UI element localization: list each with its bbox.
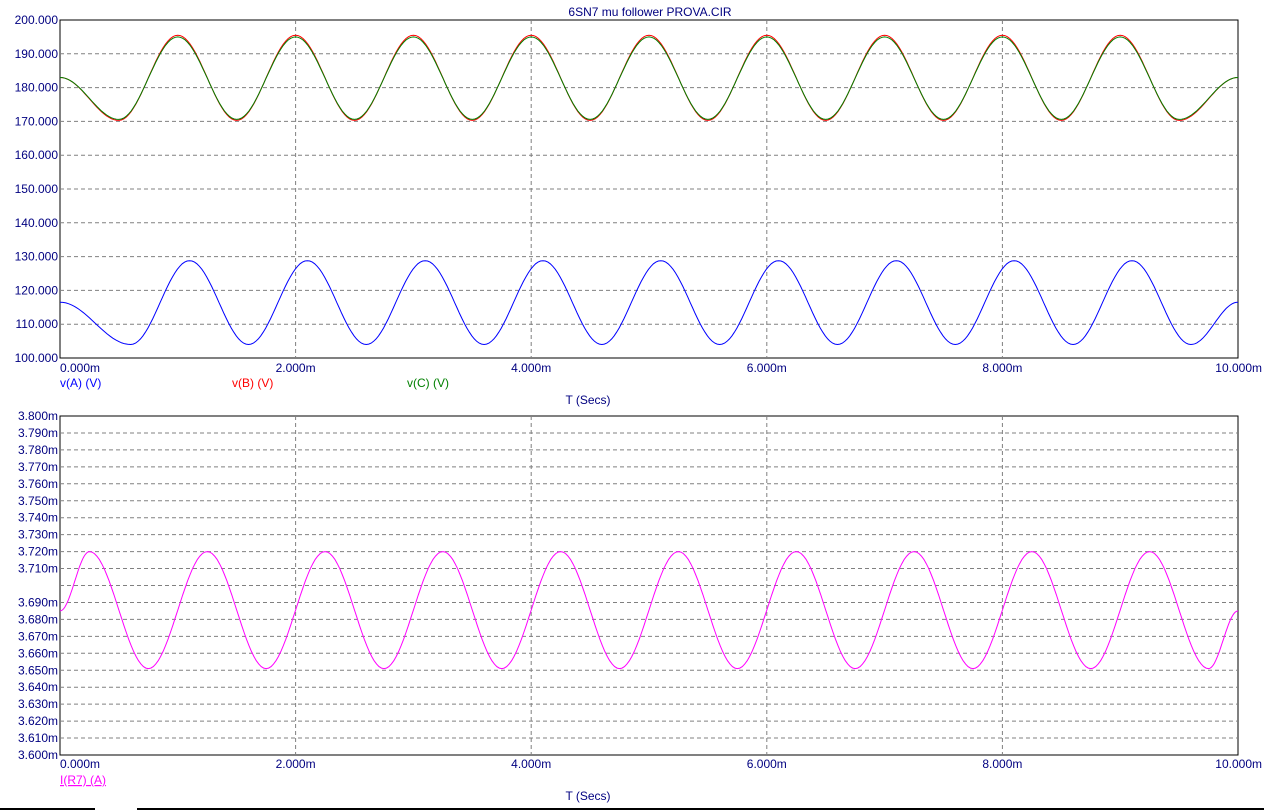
legend-entry-2: v(C) (V) [407,376,449,390]
y-tick-label: 100.000 [15,351,59,365]
y-tick-label: 110.000 [16,317,59,331]
current-plot: 3.800m 3.790m 3.780m 3.770m 3.760m 3.750m 3.74… [18,409,1262,803]
x-tick-label: 0.000m [60,757,100,771]
y-tick-label: 3.680m [18,612,58,626]
series-line-0 [59,551,1239,670]
y-tick-label: 3.760m [18,477,58,491]
y-tick-label: 3.730m [18,528,58,542]
x-axis-label: T (Secs) [565,393,610,407]
y-tick-label: 3.630m [18,697,58,711]
y-tick-label: 3.650m [18,663,58,677]
y-tick-label: 160.000 [15,148,59,162]
y-tick-label: 3.670m [18,629,58,643]
status-divider-left [0,808,95,810]
legend-entry-0: v(A) (V) [60,376,101,390]
y-tick-label: 3.720m [18,545,58,559]
y-tick-label: 130.000 [15,250,59,264]
y-tick-label: 3.710m [18,562,58,576]
x-tick-label: 0.000m [60,361,100,375]
y-tick-label: 120.000 [15,283,59,297]
y-tick-label: 3.750m [18,494,58,508]
y-tick-label: 200.000 [15,13,59,27]
y-tick-label: 3.620m [18,714,58,728]
x-tick-label: 4.000m [511,757,551,771]
y-tick-label: 3.600m [18,748,58,762]
x-tick-label: 8.000m [982,361,1022,375]
series-line-2 [59,36,1239,120]
x-tick-label: 6.000m [747,757,787,771]
y-tick-label: 3.790m [18,426,58,440]
x-tick-label: 8.000m [982,757,1022,771]
x-tick-label: 2.000m [276,361,316,375]
status-divider-right [137,808,1264,810]
chart-title: 6SN7 mu follower PROVA.CIR [568,5,731,19]
y-tick-label: 3.640m [18,680,58,694]
x-tick-label: 10.000m [1215,757,1262,771]
y-tick-label: 3.740m [18,511,58,525]
y-tick-label: 170.000 [15,114,59,128]
y-tick-label: 150.000 [15,182,59,196]
y-tick-label: 3.800m [18,409,58,423]
y-tick-label: 140.000 [15,216,59,230]
legend-entry-1: v(B) (V) [232,376,273,390]
y-tick-label: 3.610m [18,731,58,745]
voltage-plot: 200.000 190.000 180.000 170.000 160.000 150.0… [15,13,1262,407]
y-tick-label: 3.660m [18,646,58,660]
x-tick-label: 6.000m [747,361,787,375]
y-tick-label: 3.770m [18,460,58,474]
y-tick-label: 3.780m [18,443,58,457]
x-tick-label: 2.000m [276,757,316,771]
x-tick-label: 10.000m [1215,361,1262,375]
series-line-1 [59,34,1239,121]
waveform-viewer: 6SN7 mu follower PROVA.CIR 200.000 190.00… [15,5,1262,803]
y-tick-label: 180.000 [15,81,59,95]
x-tick-label: 4.000m [511,361,551,375]
status-strip [0,808,1264,812]
y-tick-label: 3.690m [18,595,58,609]
y-tick-label: 190.000 [15,47,59,61]
x-axis-label: T (Secs) [565,789,610,803]
legend-entry-0: I(R7) (A) [60,773,106,787]
series-line-0 [59,260,1239,346]
